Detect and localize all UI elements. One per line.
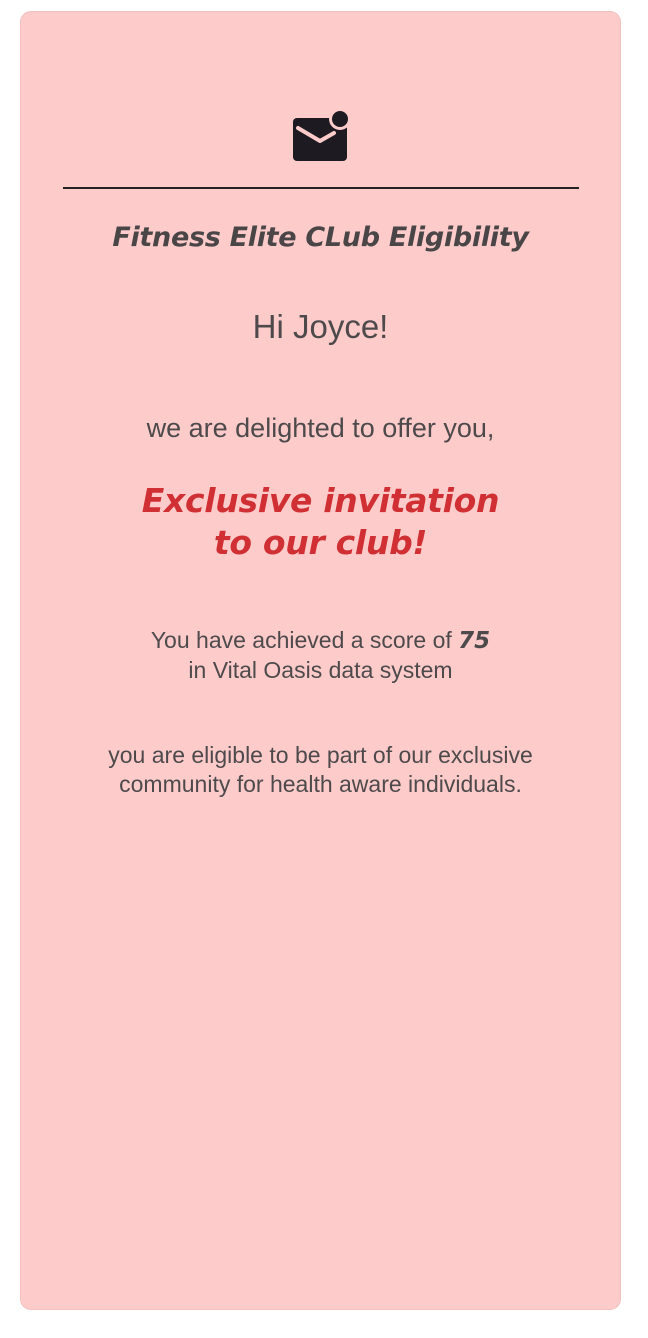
score-suffix: in Vital Oasis data system [188,657,453,683]
divider-line [63,187,579,189]
score-prefix: You have achieved a score of [150,627,459,653]
score-line: You have achieved a score of 75 [21,626,620,656]
headline-line-2: to our club! [213,523,428,562]
greeting-text: Hi Joyce! [252,308,389,345]
intro-text: we are delighted to offer you, [146,413,495,443]
card-title: Fitness Elite CLub Eligibility [112,222,529,253]
invitation-headline: Exclusive invitation to our club! [21,480,620,564]
eligibility-message: you are eligible to be part of our exclu… [21,741,620,799]
score-message: You have achieved a score of 75 in Vital… [21,626,620,685]
invitation-card: Fitness Elite CLub Eligibility Hi Joyce!… [21,12,620,1309]
score-value: 75 [458,628,491,654]
eligibility-line-1: you are eligible to be part of our exclu… [108,742,533,768]
eligibility-line-2: community for health aware individuals. [119,771,522,797]
mail-notification-icon [293,108,350,161]
headline-line-1: Exclusive invitation [141,481,500,520]
